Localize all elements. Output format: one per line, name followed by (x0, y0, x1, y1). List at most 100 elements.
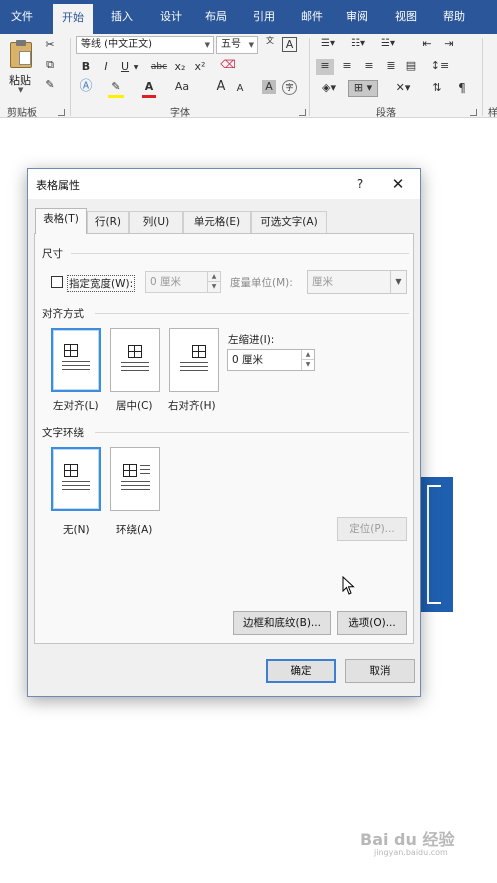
spin-down-icon: ▼ (211, 283, 217, 290)
clear-formatting-icon[interactable]: ⌫ (220, 58, 236, 72)
asian-layout-icon[interactable]: ✕▾ (392, 81, 414, 95)
clipboard-launcher-icon[interactable] (58, 109, 65, 116)
shrink-font-button[interactable]: A (234, 82, 246, 96)
table-tab-panel: 尺寸 指定宽度(W): 0 厘米 ▲ ▼ 度量单位(M): 厘米 ▼ 对齐方式 (34, 233, 414, 644)
spin-up-icon[interactable]: ▲ (302, 350, 314, 360)
group-paragraph-label: 段落 (376, 108, 396, 119)
bold-button[interactable]: B (79, 60, 93, 74)
italic-button[interactable]: I (99, 60, 113, 74)
table-icon (64, 464, 78, 477)
tab-alt-text[interactable]: 可选文字(A) (251, 211, 327, 233)
show-marks-icon[interactable]: ¶ (454, 81, 470, 95)
tab-review[interactable]: 审阅 (337, 0, 377, 34)
justify-icon[interactable]: ≣ (382, 59, 400, 73)
tab-mailings[interactable]: 邮件 (292, 0, 332, 34)
cancel-button[interactable]: 取消 (345, 659, 415, 683)
align-center-label: 居中(C) (116, 400, 153, 412)
options-button[interactable]: 选项(O)... (337, 611, 407, 635)
group-styles-label: 样 (488, 108, 497, 119)
tab-row[interactable]: 行(R) (87, 211, 129, 233)
align-right-label: 右对齐(H) (168, 400, 216, 412)
clipboard-icon (10, 40, 32, 68)
alignment-section-title: 对齐方式 (42, 308, 84, 320)
chevron-down-icon: ▼ (204, 41, 210, 49)
grow-font-button[interactable]: A (214, 80, 228, 94)
cut-icon[interactable]: ✂ (42, 38, 58, 52)
align-left-icon[interactable]: ≡ (316, 59, 334, 75)
decrease-indent-icon[interactable]: ⇤ (418, 37, 436, 51)
bullets-icon[interactable]: ☰▾ (316, 37, 340, 51)
divider (482, 38, 483, 116)
borders-icon[interactable]: ⊞ ▾ (348, 80, 378, 97)
paste-button[interactable]: 粘贴 ▼ (6, 40, 36, 94)
divider (70, 38, 71, 116)
line-spacing-icon[interactable]: ↕≡ (428, 59, 452, 73)
sort-icon[interactable]: ⇅ (428, 81, 446, 95)
distributed-icon[interactable]: ▤ (402, 59, 420, 73)
table-icon (123, 464, 137, 477)
font-launcher-icon[interactable] (299, 109, 306, 116)
strikethrough-button[interactable]: abc (149, 60, 169, 74)
left-indent-value: 0 厘米 (232, 354, 264, 366)
subscript-button[interactable]: x₂ (172, 60, 188, 74)
numbering-icon[interactable]: ☷▾ (346, 37, 370, 51)
watermark-logo: Bai du 经验 (360, 830, 455, 849)
dialog-titlebar: 表格属性 ? ✕ (28, 169, 420, 199)
group-clipboard-label: 剪贴板 (7, 108, 37, 119)
close-button[interactable]: ✕ (386, 174, 410, 194)
underline-button[interactable]: U (118, 60, 132, 74)
enclose-characters-button[interactable]: 字 (282, 80, 297, 95)
tab-layout[interactable]: 布局 (196, 0, 236, 34)
tab-insert[interactable]: 插入 (102, 0, 142, 34)
highlight-color-icon[interactable]: ✎ (108, 80, 124, 94)
paragraph-launcher-icon[interactable] (470, 109, 477, 116)
align-right-icon[interactable]: ≡ (360, 59, 378, 73)
chevron-down-icon[interactable]: ▼ (132, 61, 140, 75)
specify-width-checkbox[interactable] (51, 276, 63, 288)
ok-button[interactable]: 确定 (266, 659, 336, 683)
align-left-option[interactable] (51, 328, 101, 392)
align-center-icon[interactable]: ≡ (338, 59, 356, 73)
font-size-select[interactable]: 五号 ▼ (216, 36, 258, 54)
tab-references[interactable]: 引用 (244, 0, 284, 34)
dialog-title: 表格属性 (36, 179, 80, 192)
unit-label: 度量单位(M): (230, 277, 293, 289)
change-case-button[interactable]: Aa (172, 80, 192, 94)
tab-table[interactable]: 表格(T) (35, 208, 87, 234)
borders-shading-button[interactable]: 边框和底纹(B)... (233, 611, 331, 635)
tab-file[interactable]: 文件 (0, 0, 44, 34)
phonetic-guide-icon[interactable]: 文 (262, 36, 278, 45)
character-border-icon[interactable]: A (282, 37, 297, 52)
tab-cell[interactable]: 单元格(E) (183, 211, 251, 233)
wrap-none-option[interactable] (51, 447, 101, 511)
superscript-button[interactable]: x² (192, 60, 208, 74)
font-name-select[interactable]: 等线 (中文正文) ▼ (76, 36, 214, 54)
tab-home[interactable]: 开始 (53, 4, 93, 34)
text-effects-icon[interactable]: Ⓐ (78, 80, 94, 94)
wrap-around-option[interactable] (110, 447, 160, 511)
tab-help[interactable]: 帮助 (434, 0, 474, 34)
align-right-option[interactable] (169, 328, 219, 392)
align-center-option[interactable] (110, 328, 160, 392)
divider (71, 253, 409, 254)
specify-width-label[interactable]: 指定宽度(W): (67, 275, 136, 292)
spin-down-icon[interactable]: ▼ (302, 360, 314, 370)
increase-indent-icon[interactable]: ⇥ (440, 37, 458, 51)
font-color-icon[interactable]: A (142, 80, 156, 94)
left-indent-input[interactable]: 0 厘米 ▲ ▼ (227, 349, 315, 371)
divider (309, 38, 310, 116)
format-painter-icon[interactable]: ✎ (42, 78, 58, 92)
shading-icon[interactable]: ◈▾ (318, 81, 340, 95)
tab-view[interactable]: 视图 (386, 0, 426, 34)
unit-select: 厘米 ▼ (307, 270, 407, 294)
chevron-down-icon: ▼ (18, 86, 24, 94)
copy-icon[interactable]: ⧉ (42, 58, 58, 72)
tab-column[interactable]: 列(U) (129, 211, 183, 233)
wrap-none-label: 无(N) (63, 524, 90, 536)
ribbon-home: 粘贴 ▼ ✂ ⧉ ✎ 剪贴板 等线 (中文正文) ▼ 五号 ▼ 文 A B I … (0, 34, 497, 119)
tab-design[interactable]: 设计 (151, 0, 191, 34)
multilevel-list-icon[interactable]: ☱▾ (376, 37, 400, 51)
help-button[interactable]: ? (350, 174, 370, 194)
character-shading-button[interactable]: A (262, 80, 276, 94)
left-indent-spinner[interactable]: ▲ ▼ (301, 350, 314, 370)
